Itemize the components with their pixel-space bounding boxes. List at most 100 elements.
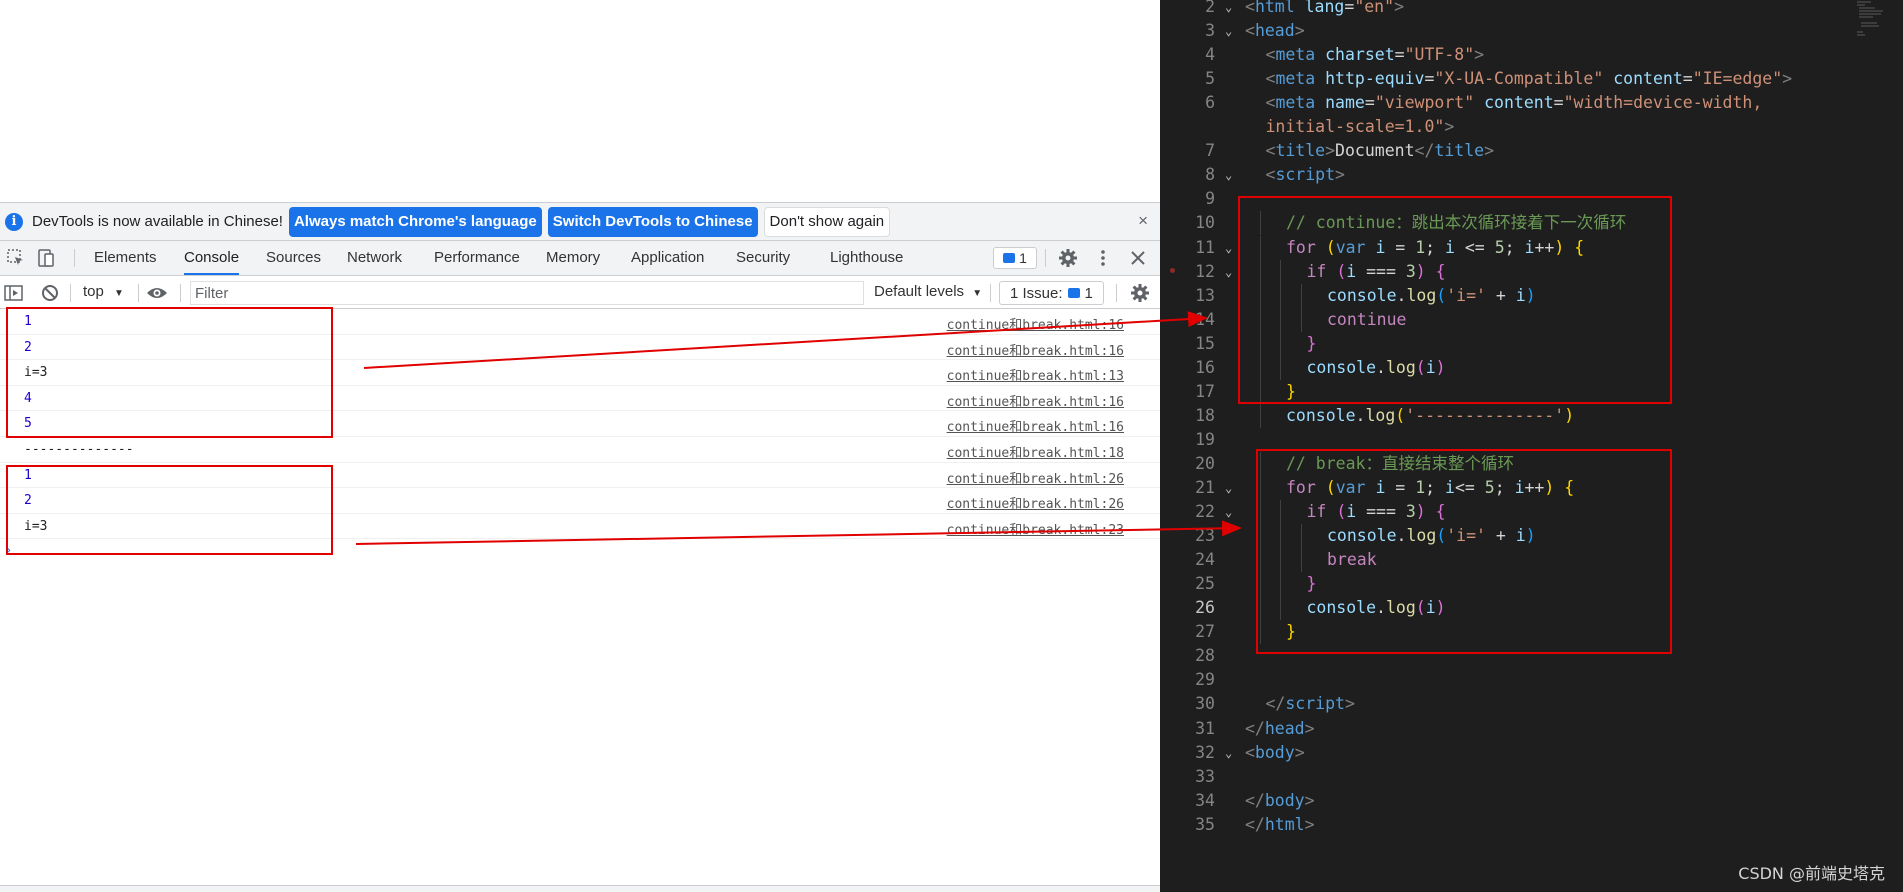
fold-chevron-icon[interactable]: ⌄ — [1225, 238, 1232, 258]
clear-console-icon[interactable] — [40, 283, 60, 303]
line-number: 26 — [1195, 598, 1215, 618]
dont-show-again-button[interactable]: Don't show again — [763, 206, 891, 237]
context-selector[interactable]: top ▼ — [83, 283, 124, 300]
code-token: meta — [1275, 45, 1316, 65]
inspect-element-icon[interactable] — [6, 248, 26, 268]
console-toolbar: top ▼ Default levels ▼ 1 Issue: 1 — [0, 277, 1160, 309]
code-line[interactable]: 2 ⌄ <html lang="en"> — [1160, 0, 1903, 19]
code-line[interactable]: 3 ⌄ <head> — [1160, 19, 1903, 43]
log-levels-label: Default levels — [874, 283, 965, 300]
code-line[interactable]: 5 <meta http-equiv="X-UA-Compatible" cont… — [1160, 67, 1903, 91]
message-icon — [1067, 288, 1080, 298]
console-source-link[interactable]: continue和break.html:16 — [947, 314, 1124, 333]
line-number: 8 — [1205, 165, 1215, 185]
code-line[interactable]: 30 </script> — [1160, 692, 1903, 716]
console-source-link[interactable]: continue和break.html:26 — [947, 468, 1124, 487]
console-source-link[interactable]: continue和break.html:18 — [947, 442, 1124, 461]
tab-lighthouse[interactable]: Lighthouse — [830, 241, 903, 275]
tab-sources[interactable]: Sources — [266, 241, 321, 275]
fold-chevron-icon[interactable]: ⌄ — [1225, 478, 1232, 498]
log-levels-dropdown[interactable]: Default levels ▼ — [874, 283, 982, 300]
code-token: = — [1364, 93, 1375, 113]
line-number: 10 — [1195, 213, 1215, 233]
console-source-link[interactable]: continue和break.html:16 — [947, 416, 1124, 435]
code-token: > — [1474, 45, 1485, 65]
fold-chevron-icon[interactable]: ⌄ — [1225, 21, 1232, 41]
line-number: 7 — [1205, 141, 1215, 161]
console-message-text: -------------- — [24, 441, 134, 457]
language-infobar: i DevTools is now available in Chinese! … — [0, 202, 1160, 241]
always-match-language-button[interactable]: Always match Chrome's language — [288, 206, 542, 237]
line-number: 6 — [1205, 93, 1215, 113]
tab-elements[interactable]: Elements — [94, 241, 157, 275]
code-token: </ — [1245, 718, 1265, 738]
code-token: html — [1254, 0, 1295, 16]
line-number: 2 — [1205, 0, 1215, 16]
console-source-link[interactable]: continue和break.html:26 — [947, 493, 1124, 512]
code-line[interactable]: 4 <meta charset="UTF-8"> — [1160, 43, 1903, 67]
code-line[interactable]: 6 <meta name="viewport" content="width=de… — [1160, 91, 1903, 115]
live-expression-eye-icon[interactable] — [146, 283, 167, 303]
console-settings-gear-icon[interactable] — [1130, 283, 1150, 303]
annotation-box-code-break — [1256, 449, 1672, 654]
tab-network[interactable]: Network — [347, 241, 402, 275]
settings-gear-icon[interactable] — [1058, 248, 1078, 268]
line-number: 27 — [1195, 622, 1215, 642]
fold-chevron-icon[interactable]: ⌄ — [1225, 165, 1232, 185]
code-token: < — [1265, 141, 1276, 161]
tab-performance[interactable]: Performance — [434, 241, 520, 275]
console-filter-input[interactable] — [190, 281, 864, 305]
fold-chevron-icon[interactable]: ⌄ — [1225, 502, 1232, 522]
minimap[interactable] — [1853, 0, 1893, 40]
code-text: <head> — [1245, 19, 1305, 43]
console-source-link[interactable]: continue和break.html:13 — [947, 365, 1124, 384]
toolbar-divider — [138, 284, 139, 302]
code-line[interactable]: 18 console.log('--------------') — [1160, 403, 1903, 428]
code-token: > — [1294, 742, 1305, 762]
issues-button[interactable]: 1 Issue: 1 — [999, 281, 1104, 305]
line-number: 21 — [1195, 478, 1215, 497]
code-line[interactable]: 32 ⌄ <body> — [1160, 741, 1903, 765]
fold-chevron-icon[interactable]: ⌄ — [1225, 743, 1232, 763]
tab-security[interactable]: Security — [736, 241, 790, 275]
code-line[interactable]: 34 </body> — [1160, 789, 1903, 813]
close-infobar-icon[interactable]: × — [1138, 211, 1148, 231]
code-line[interactable]: initial-scale=1.0"> — [1160, 115, 1903, 139]
fold-chevron-icon[interactable]: ⌄ — [1225, 262, 1232, 282]
show-sidebar-icon[interactable] — [4, 283, 24, 303]
console-message: -------------- continue和break.html:18 — [0, 437, 1160, 463]
info-icon: i — [5, 212, 23, 231]
console-source-link[interactable]: continue和break.html:23 — [947, 519, 1124, 538]
code-editor[interactable]: 2 ⌄ <html lang="en"> 3 ⌄ <head> 4 <meta charset… — [1160, 0, 1903, 892]
toolbar-divider — [1116, 284, 1117, 302]
code-token: . — [1355, 405, 1366, 425]
code-token: head — [1264, 718, 1305, 738]
console-source-link[interactable]: continue和break.html:16 — [947, 340, 1124, 359]
switch-to-chinese-button[interactable]: Switch DevTools to Chinese — [547, 206, 758, 237]
code-line[interactable]: 7 <title>Document</title> — [1160, 139, 1903, 163]
code-token: http-equiv — [1325, 69, 1425, 89]
code-text: <meta http-equiv="X-UA-Compatible" conte… — [1266, 67, 1793, 91]
tab-console[interactable]: Console — [184, 241, 240, 275]
line-number: 18 — [1195, 405, 1215, 425]
code-token: content — [1484, 93, 1554, 113]
tab-application[interactable]: Application — [631, 241, 704, 275]
code-line[interactable]: 31 </head> — [1160, 717, 1903, 741]
console-source-link[interactable]: continue和break.html:16 — [947, 391, 1124, 410]
close-devtools-icon[interactable] — [1128, 248, 1148, 268]
code-line[interactable]: 8 ⌄ <script> — [1160, 163, 1903, 187]
code-token: </ — [1414, 141, 1435, 161]
issues-label: 1 Issue: — [1010, 284, 1063, 302]
code-line[interactable]: 33 — [1160, 765, 1903, 789]
code-token: < — [1245, 742, 1255, 762]
code-line[interactable]: 35 </html> — [1160, 813, 1903, 837]
page-viewport — [0, 0, 1160, 202]
tab-memory[interactable]: Memory — [546, 241, 600, 275]
more-options-icon[interactable] — [1093, 248, 1113, 268]
code-line[interactable]: 29 — [1160, 668, 1903, 692]
line-number: 9 — [1205, 189, 1215, 209]
issues-badge[interactable]: 1 — [993, 247, 1037, 269]
fold-chevron-icon[interactable]: ⌄ — [1225, 0, 1232, 17]
device-toolbar-icon[interactable] — [36, 248, 56, 268]
